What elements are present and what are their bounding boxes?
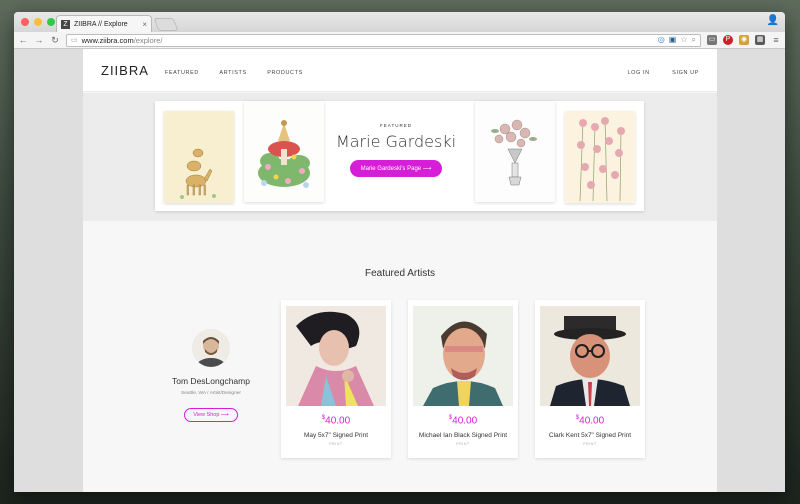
avatar[interactable]	[192, 329, 230, 367]
signup-link[interactable]: SIGN UP	[672, 70, 699, 76]
reload-icon[interactable]: ↻	[50, 35, 60, 46]
artist-location: Seattle, WA / Artist/Designer	[180, 391, 242, 396]
nav-featured[interactable]: FEATURED	[165, 70, 199, 76]
bookmark-star-icon[interactable]: ☆	[680, 35, 687, 45]
site-container: ZIIBRA FEATURED ARTISTS PRODUCTS LOG IN …	[83, 49, 717, 492]
product-card[interactable]: $40.00 Michael Ian Black Signed Print PR…	[408, 300, 518, 458]
back-arrow-icon[interactable]: ←	[18, 35, 28, 45]
product-type: PRINT	[456, 442, 470, 446]
main-nav: FEATURED ARTISTS PRODUCTS	[165, 61, 319, 79]
close-window-button[interactable]	[21, 18, 29, 26]
site-header: ZIIBRA FEATURED ARTISTS PRODUCTS LOG IN …	[83, 49, 717, 92]
site-logo[interactable]: ZIIBRA	[101, 63, 149, 78]
product-card[interactable]: $40.00 Clark Kent 5x7" Signed Print PRIN…	[535, 300, 645, 458]
page-viewport: ZIIBRA FEATURED ARTISTS PRODUCTS LOG IN …	[14, 49, 785, 492]
new-tab-button[interactable]	[153, 18, 179, 31]
product-image[interactable]	[540, 306, 640, 406]
login-link[interactable]: LOG IN	[627, 70, 649, 76]
featured-label: FEATURED	[380, 123, 412, 128]
search-icon[interactable]: ⌕	[692, 35, 696, 45]
account-nav: LOG IN SIGN UP	[609, 61, 699, 79]
featured-artwork-3[interactable]	[475, 101, 555, 202]
title-bar: Z ZIIBRA // Explore × 👤	[14, 12, 785, 32]
tab-title: ZIIBRA // Explore	[74, 20, 128, 28]
forward-arrow-icon[interactable]: →	[34, 35, 44, 45]
view-shop-button[interactable]: View Shop ⟶	[184, 408, 238, 422]
featured-artist-profile: Tom DesLongchamp Seattle, WA / Artist/De…	[161, 329, 261, 422]
extension-icon[interactable]: ◎	[658, 35, 665, 45]
product-price: $40.00	[448, 415, 478, 427]
product-image[interactable]	[286, 306, 386, 406]
product-type: PRINT	[329, 442, 343, 446]
close-tab-icon[interactable]: ×	[142, 20, 147, 29]
url-path: /explore/	[133, 35, 163, 45]
browser-window: Z ZIIBRA // Explore × 👤 ← → ↻ ▭ www.ziib…	[14, 12, 785, 492]
extension-icon[interactable]: ◉	[739, 35, 749, 45]
section-title: Featured Artists	[364, 268, 436, 279]
page-icon: ▭	[71, 37, 78, 44]
product-name[interactable]: Michael Ian Black Signed Print	[408, 432, 518, 439]
window-controls	[21, 18, 55, 26]
product-price: $40.00	[321, 415, 351, 427]
extension-icon[interactable]: ▣	[669, 35, 677, 45]
featured-artwork-4[interactable]	[565, 111, 635, 203]
browser-toolbar: ← → ↻ ▭ www.ziibra.com/explore/ ◎ ▣ ☆ ⌕ …	[14, 32, 785, 49]
minimize-window-button[interactable]	[34, 18, 42, 26]
featured-artwork-1[interactable]	[164, 111, 234, 203]
site-favicon-icon: Z	[61, 19, 70, 29]
maximize-window-button[interactable]	[47, 18, 55, 26]
nav-artists[interactable]: ARTISTS	[219, 70, 246, 76]
featured-artist-page-button[interactable]: Marie Gardeski's Page ⟶	[349, 160, 443, 177]
featured-card: FEATURED Marie Gardeski Marie Gardeski's…	[155, 101, 644, 211]
product-price: $40.00	[575, 415, 605, 427]
extension-icon[interactable]: ▦	[755, 35, 765, 45]
artist-name[interactable]: Tom DesLongchamp	[161, 376, 261, 386]
pinterest-icon[interactable]: P	[723, 35, 733, 45]
hero-section: FEATURED Marie Gardeski Marie Gardeski's…	[83, 93, 717, 221]
cast-icon[interactable]: ▭	[707, 35, 717, 45]
product-card[interactable]: $40.00 May 5x7" Signed Print PRINT	[281, 300, 391, 458]
featured-artist-name: Marie Gardeski	[335, 132, 457, 151]
address-bar[interactable]: ▭ www.ziibra.com/explore/ ◎ ▣ ☆ ⌕	[66, 33, 701, 47]
product-image[interactable]	[413, 306, 513, 406]
product-type: PRINT	[583, 442, 597, 446]
menu-icon[interactable]: ≡	[771, 35, 781, 45]
user-profile-icon[interactable]: 👤	[767, 15, 779, 26]
nav-products[interactable]: PRODUCTS	[267, 70, 303, 76]
browser-tab[interactable]: Z ZIIBRA // Explore ×	[56, 15, 152, 32]
url-host: www.ziibra.com	[81, 35, 134, 45]
featured-artist-info: FEATURED Marie Gardeski Marie Gardeski's…	[310, 123, 482, 177]
product-name[interactable]: Clark Kent 5x7" Signed Print	[535, 432, 645, 439]
product-name[interactable]: May 5x7" Signed Print	[281, 432, 391, 439]
